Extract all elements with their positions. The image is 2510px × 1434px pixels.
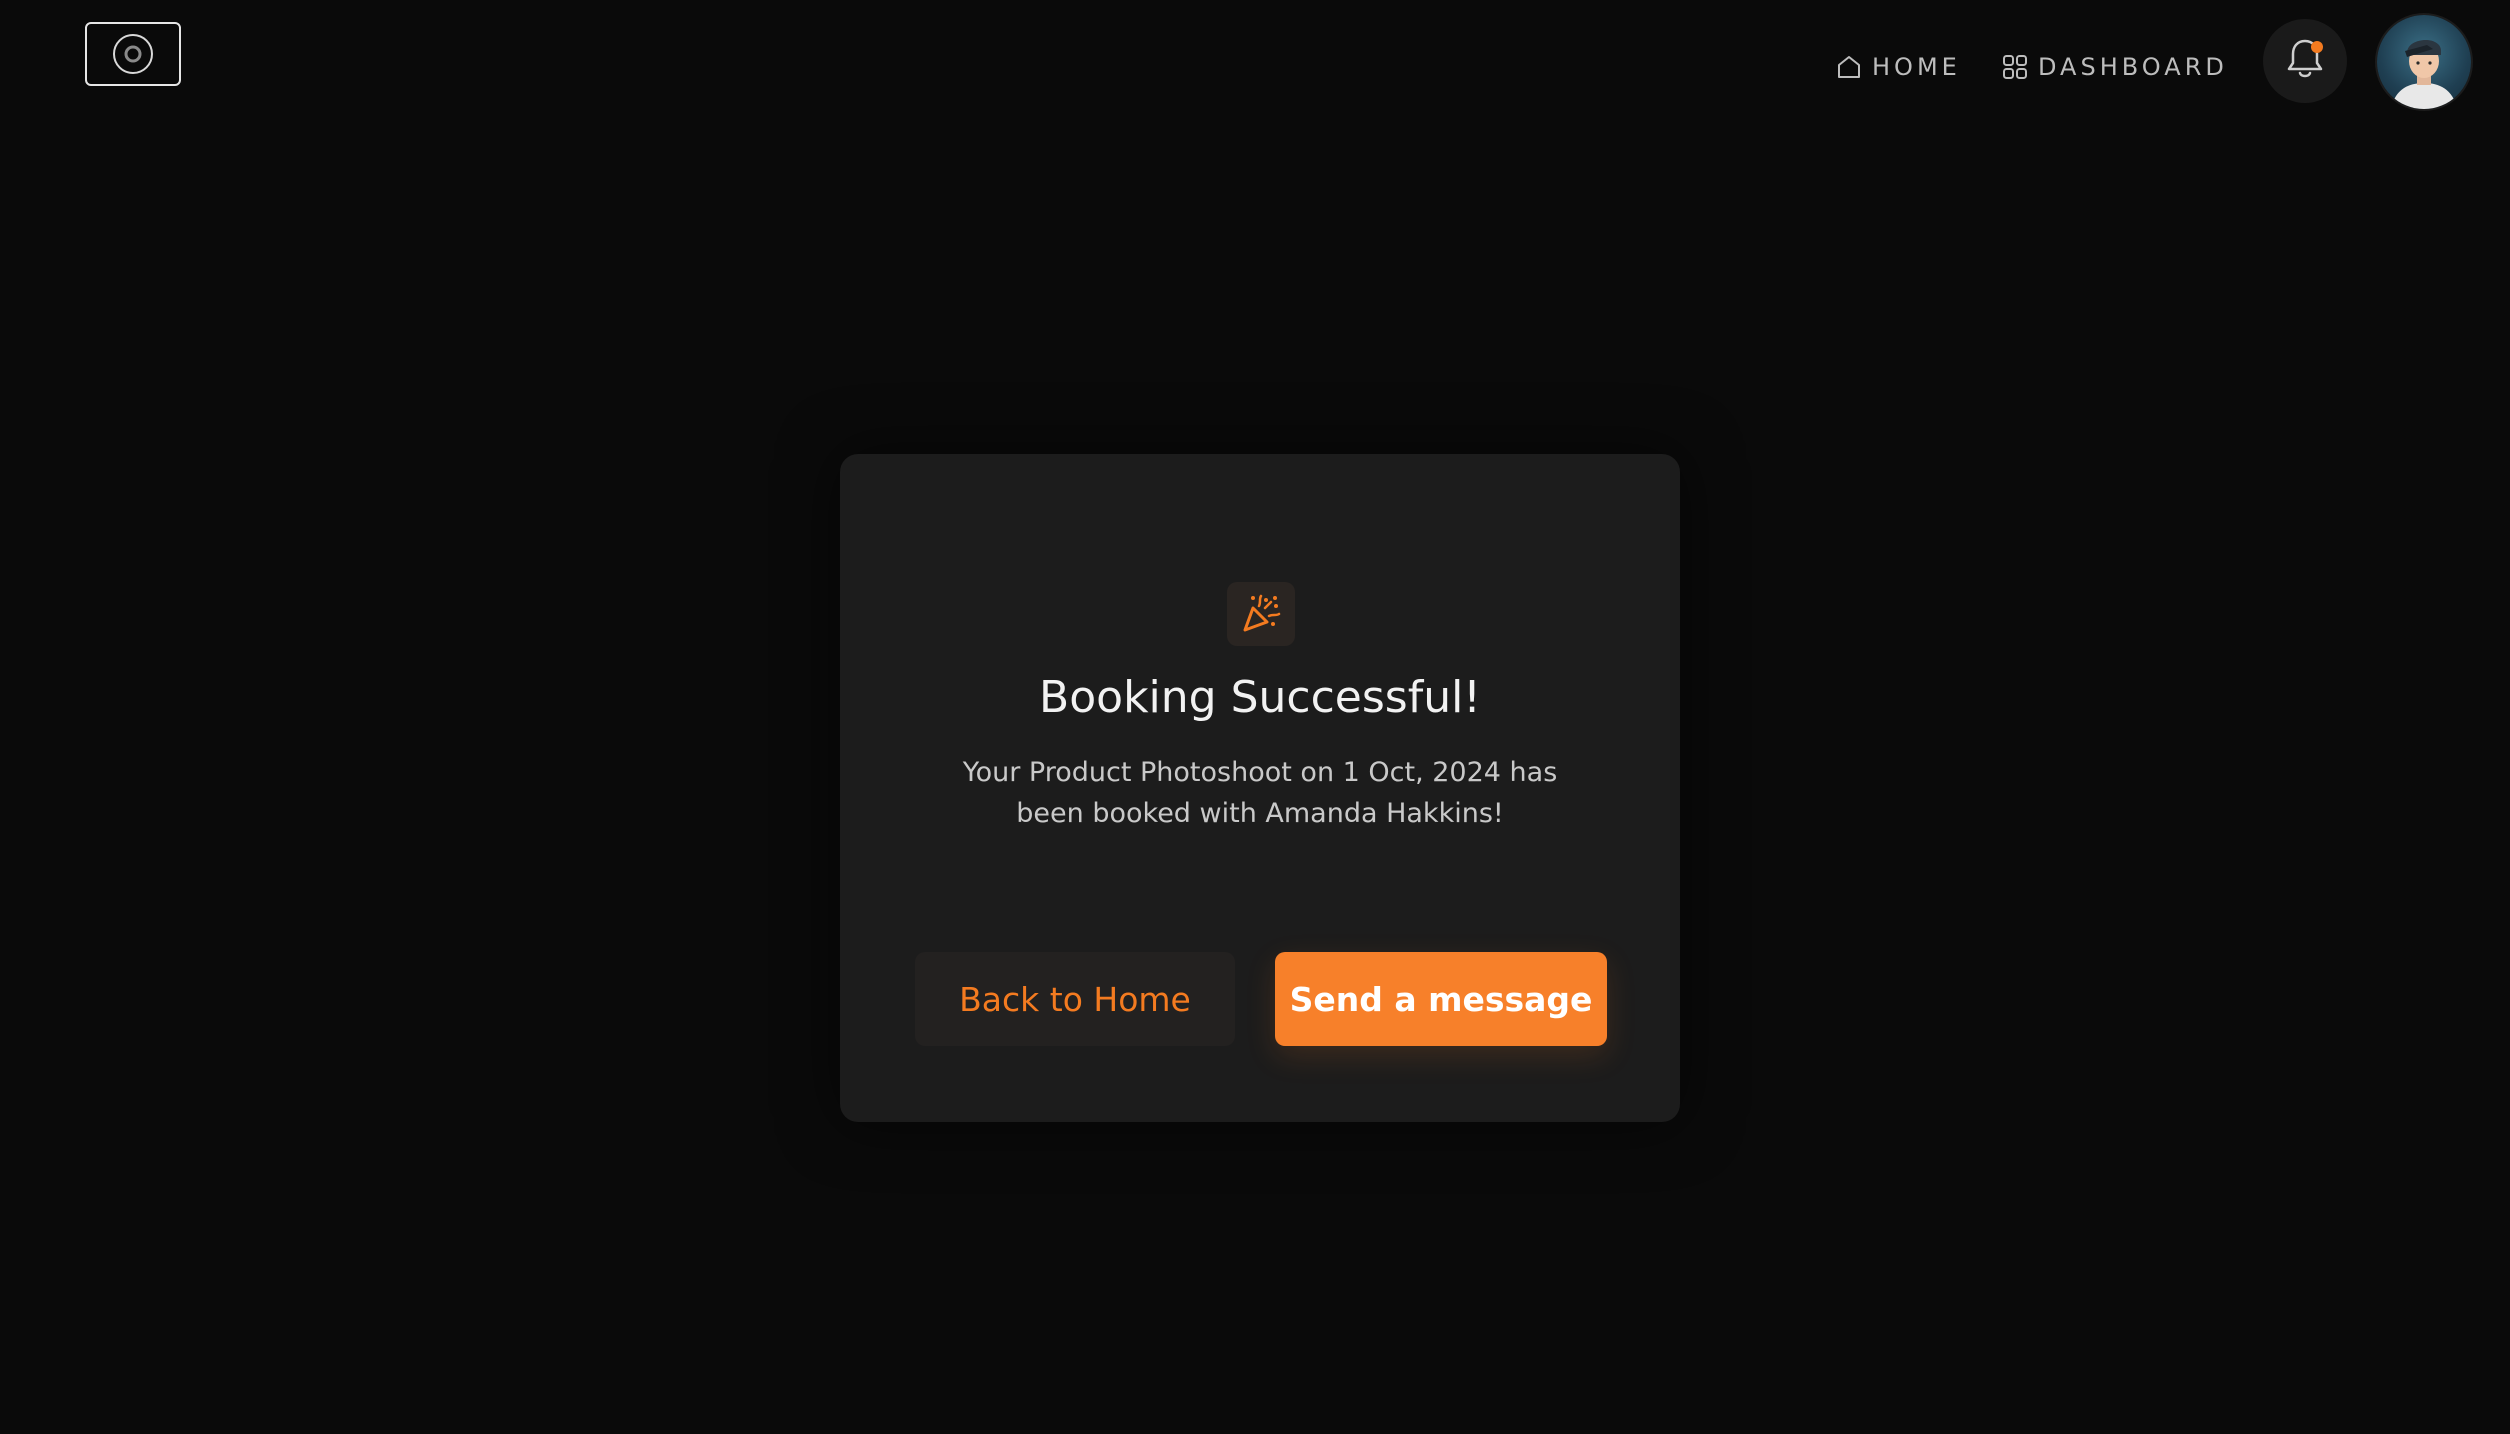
nav-dashboard-label: DASHBOARD xyxy=(2038,53,2228,81)
user-avatar-icon xyxy=(2391,39,2457,109)
avatar[interactable] xyxy=(2377,15,2471,109)
notification-badge xyxy=(2311,41,2323,53)
booking-title: Booking Successful! xyxy=(1039,672,1481,723)
page: HOME DASHBOARD Booking Successful! Your … xyxy=(0,0,2510,1434)
back-to-home-button[interactable]: Back to Home xyxy=(915,952,1235,1046)
booking-success-card: Booking Successful! Your Product Photosh… xyxy=(840,454,1680,1122)
nav-home[interactable]: HOME xyxy=(1836,46,1961,88)
booking-message: Your Product Photoshoot on 1 Oct, 2024 h… xyxy=(962,757,1558,829)
home-icon xyxy=(1836,54,1862,80)
party-popper-icon xyxy=(1227,582,1295,646)
nav-home-label: HOME xyxy=(1872,53,1961,81)
grid-icon xyxy=(2002,54,2028,80)
logo[interactable] xyxy=(85,22,181,86)
send-message-button[interactable]: Send a message xyxy=(1275,952,1607,1046)
notifications-button[interactable] xyxy=(2263,19,2347,103)
camera-lens-icon xyxy=(111,32,155,76)
nav-dashboard[interactable]: DASHBOARD xyxy=(2002,46,2228,88)
